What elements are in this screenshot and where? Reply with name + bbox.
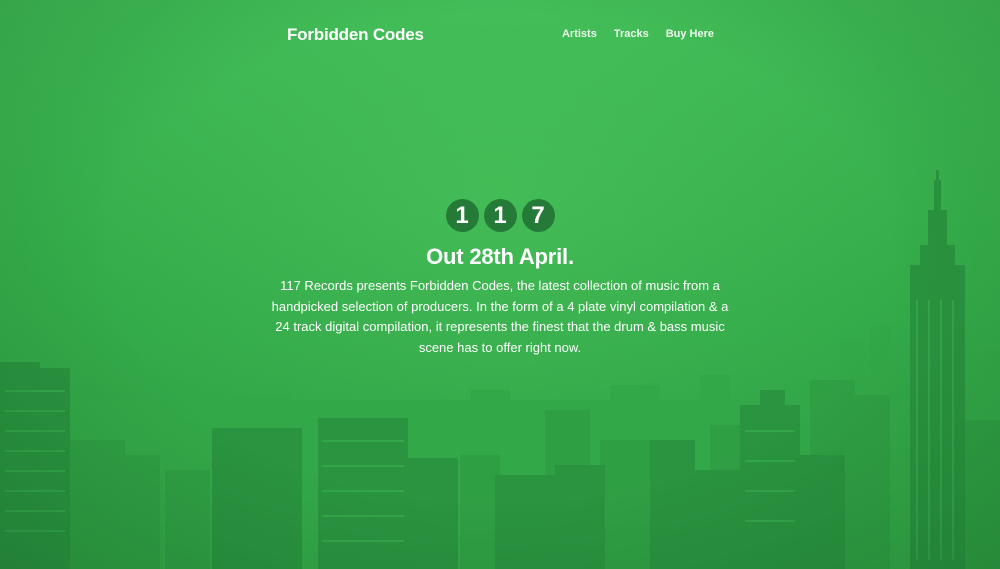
digit-badge: 7: [521, 199, 555, 232]
top-navigation: Forbidden Codes Artists Tracks Buy Here: [287, 0, 717, 70]
nav-links: Artists Tracks Buy Here: [562, 28, 714, 40]
digit-badge: 1: [445, 199, 479, 232]
release-date-headline: Out 28th April.: [426, 244, 574, 269]
brand-link[interactable]: Forbidden Codes: [287, 25, 424, 45]
nav-link-artists[interactable]: Artists: [562, 28, 597, 40]
hero-section: Forbidden Codes Artists Tracks Buy Here …: [0, 0, 1000, 569]
release-description: 117 Records presents Forbidden Codes, th…: [271, 278, 729, 355]
nav-link-buy-here[interactable]: Buy Here: [666, 28, 714, 40]
digit-badge: 1: [483, 199, 517, 232]
nav-link-tracks[interactable]: Tracks: [614, 28, 649, 40]
hero-content: 1 1 7 Out 28th April. 117 Records presen…: [250, 199, 750, 358]
release-number-badges: 1 1 7: [250, 199, 750, 232]
